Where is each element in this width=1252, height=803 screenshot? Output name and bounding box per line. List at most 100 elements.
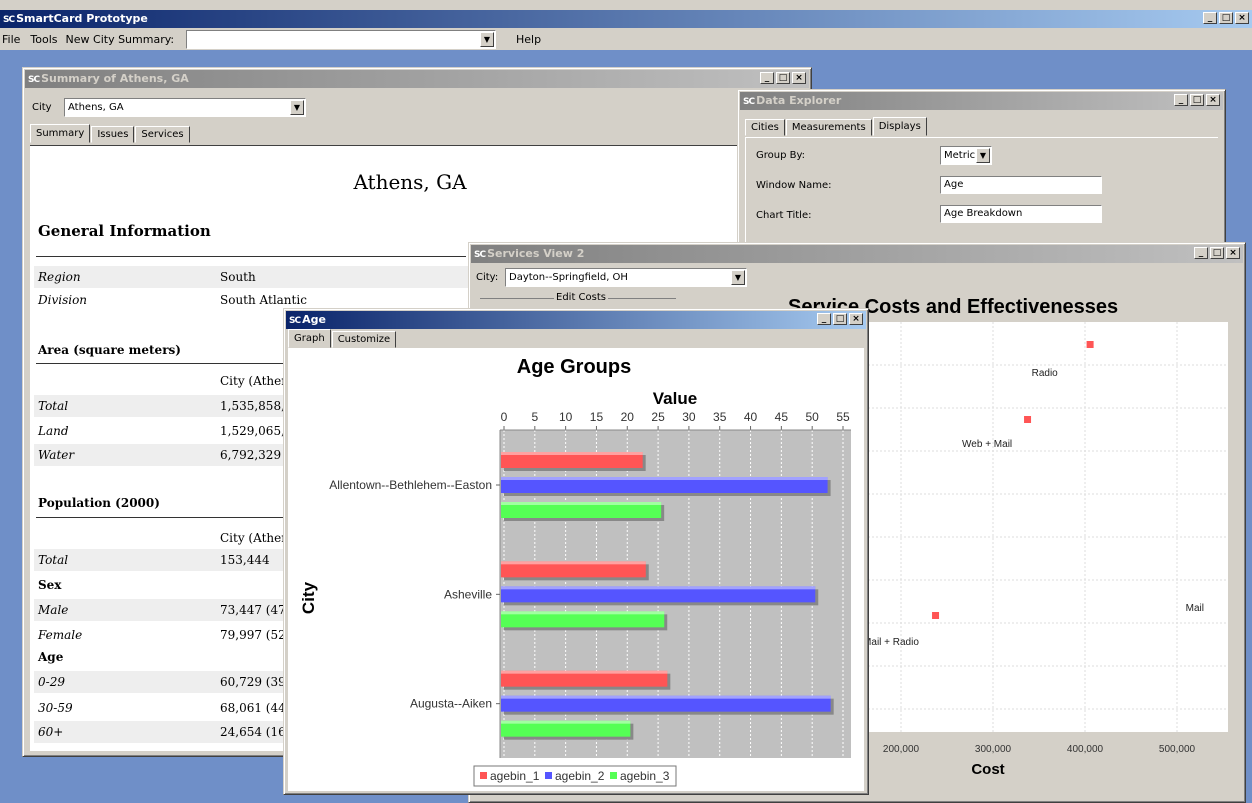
- population-value: 68,061 (44: [220, 701, 286, 715]
- age-chart-title: Age Groups: [517, 356, 631, 378]
- age-category-label: Asheville: [444, 587, 492, 601]
- age-bar-highlight: [501, 561, 646, 565]
- dropdown-arrow-icon[interactable]: ▼: [290, 100, 304, 115]
- age-x-tick-label: 30: [682, 410, 696, 424]
- tab-measurements[interactable]: Measurements: [785, 119, 872, 136]
- age-legend-swatch: [610, 772, 617, 779]
- population-value: 73,447 (47: [220, 603, 286, 617]
- tab-issues[interactable]: Issues: [91, 126, 135, 143]
- tab-cities[interactable]: Cities: [745, 119, 785, 136]
- maximize-icon[interactable]: □: [1190, 94, 1204, 106]
- general-value: South: [220, 270, 256, 284]
- area-key: Water: [38, 448, 75, 462]
- dropdown-arrow-icon[interactable]: ▼: [480, 32, 494, 47]
- age-legend-swatch: [480, 772, 487, 779]
- services-titlebar: SC Services View 2 _ □ ×: [471, 245, 1243, 263]
- age-tabs: Graph Customize: [288, 329, 397, 348]
- services-city-label: City:: [476, 272, 499, 283]
- scatter-point-label: Radio: [1032, 368, 1059, 379]
- dropdown-arrow-icon[interactable]: ▼: [976, 148, 990, 163]
- maximize-icon[interactable]: □: [1219, 12, 1233, 24]
- window-name-input[interactable]: Age: [940, 176, 1102, 194]
- scatter-point: [932, 612, 940, 619]
- services-city-value: Dayton--Springfield, OH: [509, 272, 628, 283]
- maximize-icon[interactable]: □: [1210, 247, 1224, 259]
- menu-tools[interactable]: Tools: [26, 33, 61, 46]
- age-x-tick-label: 50: [806, 410, 820, 424]
- general-row: Region South: [34, 266, 484, 288]
- minimize-icon[interactable]: _: [1203, 12, 1217, 24]
- tab-displays[interactable]: Displays: [872, 117, 927, 136]
- general-key: Division: [38, 293, 88, 307]
- age-category-label: Augusta--Aiken: [410, 697, 492, 711]
- tab-services[interactable]: Services: [135, 126, 190, 143]
- close-icon[interactable]: ×: [1226, 247, 1240, 259]
- scatter-x-axis-label: Cost: [971, 761, 1004, 778]
- app-title: SmartCard Prototype: [16, 12, 148, 25]
- population-key: Sex: [38, 578, 62, 592]
- area-key: Land: [38, 424, 69, 438]
- summary-city-combo[interactable]: Athens, GA ▼: [64, 98, 306, 117]
- close-icon[interactable]: ×: [792, 72, 806, 84]
- population-heading: Population (2000): [38, 496, 160, 510]
- services-scatter-chart: Radio Web + Mail Mail Mail + Radio 200,000 3…: [868, 322, 1228, 778]
- summary-tabs: Summary Issues Services: [30, 124, 191, 143]
- minimize-icon[interactable]: _: [1194, 247, 1208, 259]
- age-x-tick-label: 10: [559, 410, 573, 424]
- tab-summary[interactable]: Summary: [30, 124, 91, 143]
- population-col-label: City (Ather: [220, 531, 287, 545]
- age-window-controls: _ □ ×: [817, 313, 863, 325]
- scatter-point: [1024, 416, 1032, 423]
- tab-customize[interactable]: Customize: [331, 331, 397, 348]
- age-bar-highlight: [501, 477, 828, 480]
- close-icon[interactable]: ×: [849, 313, 863, 325]
- dropdown-arrow-icon[interactable]: ▼: [731, 270, 745, 285]
- services-title: Services View 2: [487, 247, 585, 260]
- area-value: 1,535,858,: [220, 399, 285, 413]
- population-key: Female: [38, 628, 83, 642]
- window-name-label: Window Name:: [756, 180, 832, 191]
- population-value: 60,729 (39: [220, 675, 286, 689]
- smartcard-icon: SC: [474, 250, 486, 260]
- age-bar-highlight: [501, 586, 816, 590]
- close-icon[interactable]: ×: [1235, 12, 1249, 24]
- age-legend-label: agebin_3: [620, 769, 670, 783]
- menu-file[interactable]: File: [0, 33, 26, 46]
- services-city-combo[interactable]: Dayton--Springfield, OH ▼: [505, 268, 747, 287]
- close-icon[interactable]: ×: [1206, 94, 1220, 106]
- group-by-value: Metric: [944, 150, 976, 161]
- summary-window-controls: _ □ ×: [760, 72, 806, 84]
- area-heading: Area (square meters): [38, 343, 181, 357]
- summary-city-value: Athens, GA: [68, 102, 124, 113]
- area-col-label: City (Ather: [220, 374, 287, 388]
- minimize-icon[interactable]: _: [817, 313, 831, 325]
- general-info-heading: General Information: [38, 222, 211, 240]
- population-key: Total: [38, 553, 69, 567]
- smartcard-icon: SC: [289, 316, 301, 326]
- group-by-combo[interactable]: Metric ▼: [940, 146, 992, 165]
- population-value: 24,654 (16: [220, 725, 286, 739]
- smartcard-icon: SC: [28, 75, 40, 85]
- age-x-tick-label: 15: [590, 410, 604, 424]
- area-key: Total: [38, 399, 69, 413]
- general-info-rule: [36, 256, 466, 257]
- data-explorer-tabs: Cities Measurements Displays: [745, 117, 928, 136]
- population-key: 0-29: [38, 675, 65, 689]
- app-titlebar: SC SmartCard Prototype _ □ ×: [0, 10, 1252, 28]
- menu-help[interactable]: Help: [516, 33, 541, 46]
- chart-title-input[interactable]: Age Breakdown: [940, 205, 1102, 223]
- area-value: 1,529,065,: [220, 424, 285, 438]
- minimize-icon[interactable]: _: [760, 72, 774, 84]
- scatter-x-tick-label: 300,000: [975, 744, 1012, 755]
- age-x-tick-label: 0: [501, 410, 508, 424]
- summary-title: Summary of Athens, GA: [41, 72, 189, 85]
- age-bar-highlight: [501, 670, 668, 674]
- tab-graph[interactable]: Graph: [288, 329, 331, 348]
- scatter-point-label: Mail: [1186, 603, 1204, 614]
- maximize-icon[interactable]: □: [833, 313, 847, 325]
- age-bar-highlight: [501, 452, 643, 455]
- minimize-icon[interactable]: _: [1174, 94, 1188, 106]
- maximize-icon[interactable]: □: [776, 72, 790, 84]
- new-city-summary-combo[interactable]: ▼: [186, 30, 496, 49]
- age-legend-label: agebin_1: [490, 769, 540, 783]
